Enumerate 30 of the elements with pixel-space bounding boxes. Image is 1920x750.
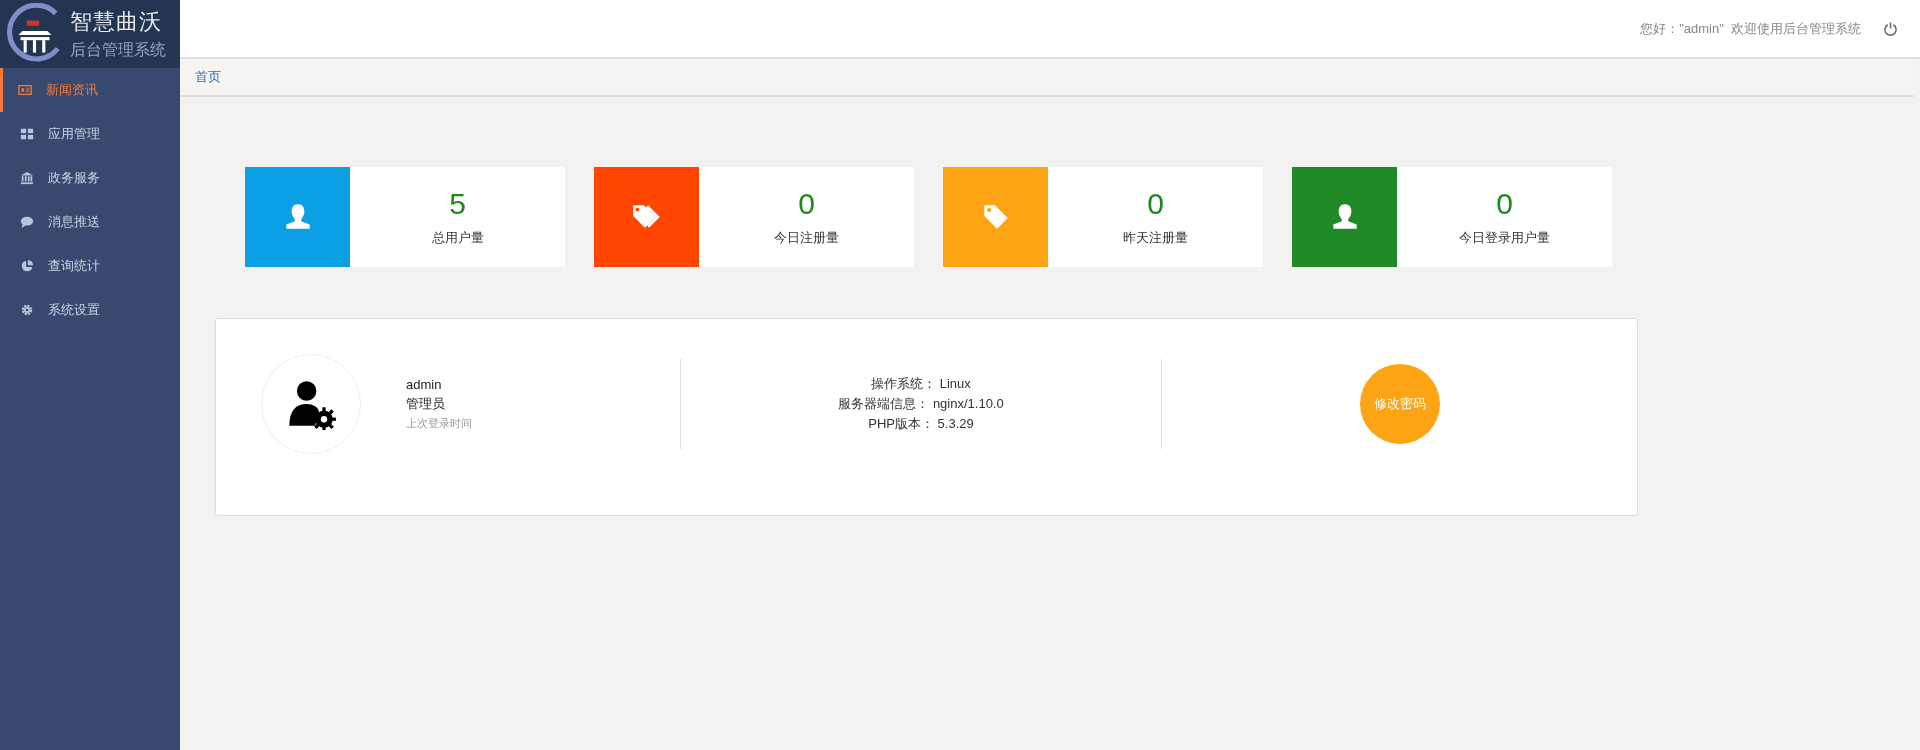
logo-subtitle: 后台管理系统 bbox=[70, 40, 166, 60]
pie-chart-icon bbox=[20, 259, 34, 273]
user-role: 管理员 bbox=[406, 395, 446, 413]
breadcrumb-link[interactable]: 首页 bbox=[195, 68, 221, 86]
stat-label: 今日登录用户量 bbox=[1459, 229, 1550, 247]
sidebar-item[interactable]: 系统设置 bbox=[0, 288, 180, 332]
stat-value: 0 bbox=[798, 187, 815, 221]
bank-icon bbox=[20, 171, 34, 185]
user-name: admin bbox=[406, 377, 443, 392]
grid-icon bbox=[20, 127, 34, 141]
sidebar-item[interactable]: 消息推送 bbox=[0, 200, 180, 244]
power-icon[interactable] bbox=[1883, 21, 1898, 36]
newspaper-icon bbox=[18, 83, 32, 97]
greeting-text: 您好："admin" 欢迎使用后台管理系统 bbox=[1640, 19, 1861, 38]
server-info-line: PHP版本： 5.3.29 bbox=[868, 415, 974, 433]
server-info-line: 操作系统： Linux bbox=[871, 375, 971, 393]
sidebar-item[interactable]: 查询统计 bbox=[0, 244, 180, 288]
speech-bubble-icon bbox=[20, 215, 34, 229]
settings-icon bbox=[20, 303, 34, 317]
server-info-line: 服务器端信息： nginx/1.10.0 bbox=[838, 395, 1004, 413]
stat-label: 总用户量 bbox=[431, 229, 484, 247]
logo-title: 智慧曲沃 bbox=[70, 8, 163, 36]
stat-value: 0 bbox=[1496, 187, 1513, 221]
stat-value: 5 bbox=[449, 187, 466, 221]
last-login-label: 上次登录时间 bbox=[406, 416, 472, 431]
stat-value: 0 bbox=[1147, 187, 1164, 221]
stat-label: 昨天注册量 bbox=[1123, 229, 1188, 247]
sidebar-item[interactable]: 政务服务 bbox=[0, 156, 180, 200]
stat-label: 今日注册量 bbox=[774, 229, 839, 247]
sidebar-item[interactable]: 应用管理 bbox=[0, 112, 180, 156]
